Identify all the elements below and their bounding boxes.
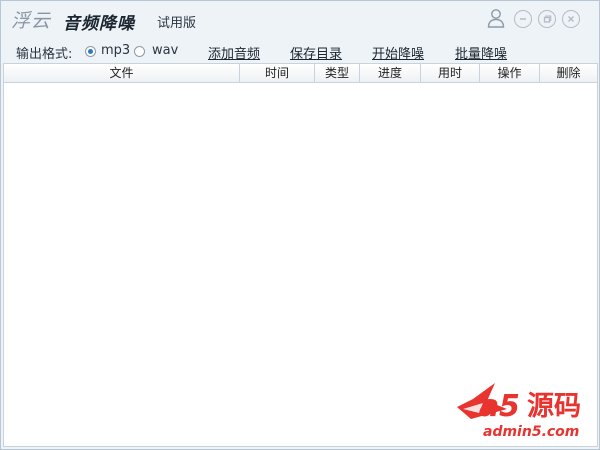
app-title: 音频降噪 bbox=[63, 14, 135, 34]
close-icon bbox=[568, 16, 574, 22]
app-window: 浮云 音频降噪 试用版 输出格式: mp3 wav 添加音频 保存目录 开始降噪… bbox=[0, 0, 600, 450]
format-label-wav[interactable]: wav bbox=[152, 43, 178, 58]
column-header-type[interactable]: 类型 bbox=[315, 64, 360, 83]
svg-text:admin5.com: admin5.com bbox=[483, 424, 579, 440]
toolbar: 输出格式: mp3 wav 添加音频 保存目录 开始降噪 批量降噪 bbox=[1, 39, 599, 63]
column-header-action[interactable]: 操作 bbox=[480, 64, 540, 83]
format-radio-mp3[interactable] bbox=[85, 46, 96, 57]
watermark-logo: a 5 源码 admin5.com bbox=[457, 383, 581, 440]
column-header-time[interactable]: 时间 bbox=[240, 64, 315, 83]
batch-denoise-button[interactable]: 批量降噪 bbox=[455, 43, 507, 62]
restore-button[interactable] bbox=[538, 10, 556, 28]
output-format-label: 输出格式: bbox=[16, 47, 73, 62]
edition-label: 试用版 bbox=[157, 16, 197, 31]
close-button[interactable] bbox=[562, 10, 580, 28]
start-denoise-button[interactable]: 开始降噪 bbox=[372, 43, 424, 62]
add-audio-button[interactable]: 添加音频 bbox=[208, 43, 260, 62]
svg-text:a: a bbox=[479, 389, 499, 424]
column-header-elapsed[interactable]: 用时 bbox=[421, 64, 480, 83]
svg-text:源码: 源码 bbox=[527, 391, 581, 422]
user-icon[interactable] bbox=[487, 8, 505, 28]
column-header-file[interactable]: 文件 bbox=[4, 64, 240, 83]
table-header: 文件 时间 类型 进度 用时 操作 删除 bbox=[4, 64, 597, 83]
title-bar: 浮云 音频降噪 试用版 bbox=[1, 1, 599, 39]
restore-icon bbox=[543, 15, 552, 23]
format-radio-wav[interactable] bbox=[134, 46, 145, 57]
save-directory-button[interactable]: 保存目录 bbox=[290, 43, 342, 62]
logo-text: 浮云 bbox=[11, 10, 52, 32]
minimize-button[interactable] bbox=[514, 10, 532, 28]
column-header-delete[interactable]: 删除 bbox=[540, 64, 597, 83]
minimize-icon bbox=[520, 18, 526, 20]
format-label-mp3[interactable]: mp3 bbox=[101, 43, 130, 58]
column-header-progress[interactable]: 进度 bbox=[360, 64, 421, 83]
svg-text:5: 5 bbox=[499, 389, 520, 424]
